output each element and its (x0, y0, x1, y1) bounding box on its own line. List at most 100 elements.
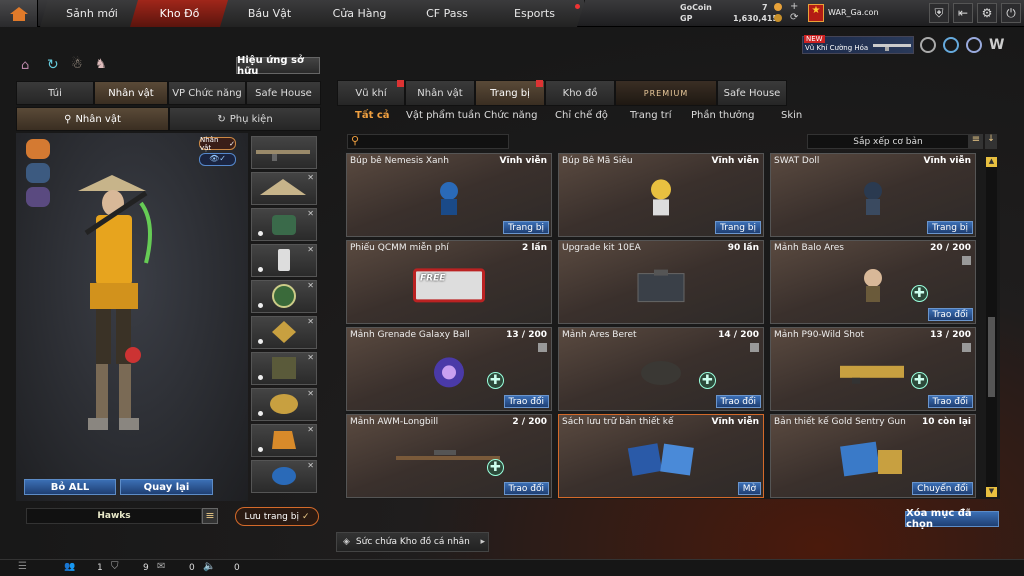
equip-button[interactable]: Trang bị (927, 221, 973, 234)
target-icon[interactable] (966, 37, 982, 53)
nav-tab-treasure[interactable]: Báu Vật (220, 0, 320, 27)
item-card[interactable]: Bản thiết kế Gold Sentry Gun 10 còn lại … (770, 414, 976, 498)
slot-boots[interactable]: ✕ (251, 424, 317, 457)
sort-direction-icon[interactable]: ↓ (985, 134, 997, 149)
item-card-selected[interactable]: Sách lưu trữ bản thiết kế Vĩnh viễn Mở (558, 414, 764, 498)
delete-icon[interactable] (962, 256, 971, 265)
preset-list-icon[interactable]: ≡ (202, 508, 218, 524)
equip-button[interactable]: Trang bị (503, 221, 549, 234)
subtab-weekly-items[interactable]: Vật phẩm tuần (406, 110, 481, 121)
slot-mask[interactable]: ✕ (251, 208, 317, 241)
tab-weapons[interactable]: Vũ khí (337, 80, 405, 106)
subtab-all[interactable]: Tất cả (355, 110, 390, 121)
open-button[interactable]: Mở (737, 482, 761, 495)
clan-shield-icon[interactable]: ⛉ (111, 561, 119, 572)
exchange-button[interactable]: Trao đổi (927, 395, 973, 408)
scroll-down-icon[interactable]: ▼ (986, 487, 997, 497)
slot-emblem[interactable]: ✕ (251, 280, 317, 313)
clear-selected-button[interactable]: Xóa mục đã chọn (905, 508, 999, 530)
tab-bag[interactable]: Túi (16, 81, 94, 105)
owned-effects-button[interactable]: Hiệu ứng sở hữu (236, 55, 320, 77)
remove-icon[interactable]: ✕ (307, 353, 314, 362)
sort-menu-icon[interactable]: ≡ (969, 134, 983, 149)
power-icon[interactable]: ⏻ (1001, 3, 1021, 23)
nav-tab-esports[interactable]: Esports (485, 0, 585, 27)
remove-icon[interactable]: ✕ (307, 281, 314, 290)
shield-icon[interactable]: ⛨ (929, 3, 949, 23)
preset-name-field[interactable]: Hawks (26, 508, 202, 524)
tab-safe-house[interactable]: Safe House (717, 80, 787, 106)
remove-icon[interactable]: ✕ (307, 245, 314, 254)
delete-icon[interactable] (750, 343, 759, 352)
subtab-character[interactable]: ⚲ Nhân vật (16, 107, 169, 131)
convert-button[interactable]: Chuyển đổi (912, 482, 973, 495)
item-card[interactable]: Phiếu QCMM miễn phí 2 lần FREE (346, 240, 552, 324)
slot-wrist[interactable]: ✕ (251, 460, 317, 493)
slot-gloves[interactable]: ✕ (251, 388, 317, 421)
add-currency-icon[interactable]: + (790, 1, 798, 12)
character-badge[interactable]: Nhân vật ✓ (199, 136, 236, 152)
item-card[interactable]: Mảnh Ares Beret 14 / 200 ✚ Trao đổi (558, 327, 764, 411)
equip-button[interactable]: Trang bị (715, 221, 761, 234)
item-card[interactable]: Mảnh P90-Wild Shot 13 / 200 ✚ Trao đổi (770, 327, 976, 411)
scrollbar-thumb[interactable] (988, 317, 995, 397)
gift-icon[interactable]: ⌂ (21, 58, 29, 73)
remove-icon[interactable]: ✕ (307, 389, 314, 398)
tab-functional-items[interactable]: VP Chức năng (168, 81, 246, 105)
refresh-icon[interactable]: ⟳ (790, 12, 798, 23)
chat-icon[interactable]: ✉ (157, 561, 165, 572)
slot-badge[interactable]: ✕ (251, 316, 317, 349)
char-type-icon-1[interactable] (26, 139, 50, 159)
tab-premium[interactable]: PREMIUM (615, 80, 717, 106)
slot-radio[interactable]: ✕ (251, 244, 317, 277)
exchange-button[interactable]: Trao đổi (927, 308, 973, 321)
friends-icon[interactable]: 👥 (64, 562, 75, 572)
nav-tab-cfpass[interactable]: CF Pass (400, 0, 495, 27)
subtab-mode-only[interactable]: Chỉ chế độ (555, 110, 608, 121)
slot-vest[interactable]: ✕ (251, 352, 317, 385)
subtab-rewards[interactable]: Phần thưởng (691, 110, 754, 121)
tab-character[interactable]: Nhân vật (94, 81, 168, 105)
item-card[interactable]: Upgrade kit 10EA 90 lần (558, 240, 764, 324)
nav-tab-lobby[interactable]: Sảnh mới (40, 0, 145, 27)
storage-capacity-bar[interactable]: ◈ Sức chứa Kho đồ cá nhân ▸ (336, 532, 489, 552)
char-type-icon-3[interactable] (26, 187, 50, 207)
exchange-button[interactable]: Trao đổi (715, 395, 761, 408)
remove-icon[interactable]: ✕ (307, 317, 314, 326)
tab-characters[interactable]: Nhân vật (405, 80, 475, 106)
expand-arrow-icon[interactable]: ▸ (480, 537, 485, 547)
save-loadout-button[interactable]: Lưu trang bị ✓ (235, 507, 319, 526)
item-card[interactable]: Mảnh Grenade Galaxy Ball 13 / 200 ✚ Trao… (346, 327, 552, 411)
gear-icon[interactable]: ⚙ (977, 3, 997, 23)
tab-storage[interactable]: Kho đồ (545, 80, 615, 106)
clan-icon[interactable] (920, 37, 936, 53)
home-button[interactable] (0, 0, 38, 27)
remove-icon[interactable]: ✕ (307, 425, 314, 434)
subtab-accessory[interactable]: ↻ Phụ kiện (169, 107, 321, 131)
speaker-icon[interactable]: 🔈 (203, 561, 215, 572)
pet-icon[interactable]: ♞ (95, 57, 107, 72)
scroll-up-icon[interactable]: ▲ (986, 157, 997, 167)
vip-icon[interactable]: W (989, 37, 1004, 53)
nav-tab-inventory[interactable]: Kho Đồ (130, 0, 230, 27)
remove-icon[interactable]: ✕ (307, 461, 314, 470)
rotate-icon[interactable]: ↻ (47, 57, 59, 73)
back-button[interactable]: Quay lại (120, 479, 213, 495)
item-card[interactable]: Mảnh Balo Ares 20 / 200 ✚ Trao đổi (770, 240, 976, 324)
exchange-button[interactable]: Trao đổi (503, 395, 549, 408)
promo-banner[interactable]: NEW Vũ Khí Cường Hóa (802, 35, 914, 54)
subtab-decoration[interactable]: Trang trí (630, 110, 672, 121)
exchange-button[interactable]: Trao đổi (503, 482, 549, 495)
delete-icon[interactable] (538, 343, 547, 352)
item-card[interactable]: SWAT Doll Vĩnh viễn Trang bị (770, 153, 976, 237)
remove-icon[interactable]: ✕ (307, 173, 314, 182)
character-preview[interactable]: Nhân vật ✓ 👁✓ (16, 133, 248, 501)
eye-toggle-icon[interactable]: 👁✓ (199, 153, 236, 166)
mannequin-icon[interactable]: ☃ (71, 57, 83, 72)
nav-tab-shop[interactable]: Cửa Hàng (310, 0, 410, 27)
remove-all-button[interactable]: Bỏ ALL (24, 479, 116, 495)
item-card[interactable]: Búp Bê Mã Siêu Vĩnh viễn Trang bị (558, 153, 764, 237)
search-input[interactable]: ⚲ (347, 134, 509, 149)
slot-hat[interactable]: ✕ (251, 172, 317, 205)
item-card[interactable]: Búp bê Nemesis Xanh Vĩnh viễn Trang bị (346, 153, 552, 237)
